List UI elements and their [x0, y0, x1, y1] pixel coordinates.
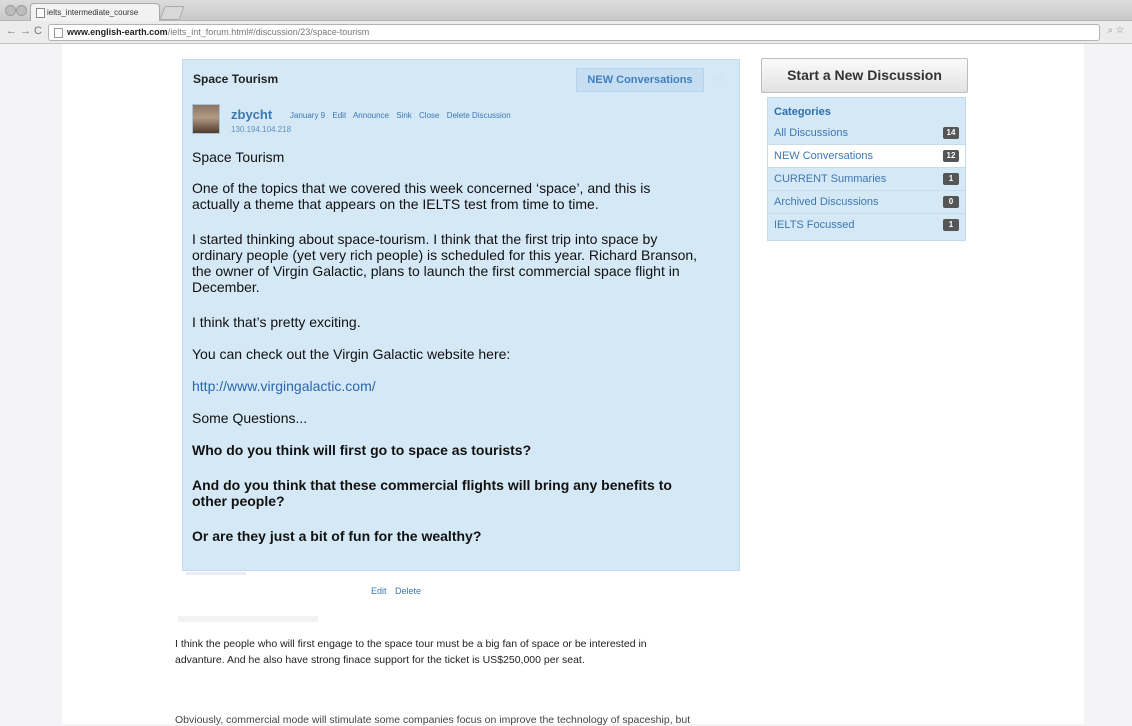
edit-link[interactable]: Edit	[371, 586, 387, 596]
close-window-icon[interactable]	[5, 5, 16, 16]
post-meta: January 9 Edit Announce Sink Close Delet…	[290, 111, 516, 120]
category-count: 12	[943, 150, 959, 162]
start-new-discussion-button[interactable]: Start a New Discussion	[761, 58, 968, 93]
post-header: Space Tourism NEW Conversations ☆	[183, 60, 739, 96]
reload-icon[interactable]: C	[34, 25, 42, 37]
delete-link[interactable]: Delete	[395, 586, 421, 596]
virgin-galactic-link[interactable]: http://www.virgingalactic.com/	[192, 378, 376, 394]
minimize-window-icon[interactable]	[16, 5, 27, 16]
body-text-line: I started thinking about space-tourism. …	[192, 231, 658, 247]
new-tab-button[interactable]	[159, 6, 185, 20]
post-title: Space Tourism	[193, 72, 279, 86]
reply-author-blurred	[178, 616, 318, 622]
forward-arrow-icon[interactable]: →	[20, 25, 31, 37]
category-ielts-focussed[interactable]: IELTS Focussed 1	[768, 214, 965, 236]
address-bar[interactable]: www.english-earth.com/ielts_int_forum.ht…	[48, 24, 1100, 41]
question-3: Or are they just a bit of fun for the we…	[192, 528, 482, 544]
back-arrow-icon[interactable]: ←	[6, 25, 17, 37]
body-text-line: ordinary people (yet very rich people) i…	[192, 247, 698, 263]
questions-intro: Some Questions...	[192, 410, 308, 426]
browser-tab[interactable]: ielts_intermediate_course ×	[30, 3, 160, 21]
page-icon	[54, 28, 63, 38]
announce-link[interactable]: Announce	[353, 111, 389, 120]
body-text-line: December.	[192, 279, 260, 295]
body-text-line: You can check out the Virgin Galactic we…	[192, 346, 511, 362]
post-edit-links: Edit Delete	[371, 586, 427, 596]
category-count: 1	[943, 219, 959, 231]
bookmark-star-icon[interactable]: ☆	[713, 70, 726, 87]
reply-line: I think the people who will first engage…	[175, 638, 647, 650]
question-2-line: And do you think that these commercial f…	[192, 477, 672, 493]
category-count: 1	[943, 173, 959, 185]
category-count: 0	[943, 196, 959, 208]
browser-tab-bar: ielts_intermediate_course ×	[0, 0, 1132, 21]
link-line: http://www.virgingalactic.com/	[192, 378, 376, 394]
categories-title: Categories	[774, 106, 831, 118]
url-domain: www.english-earth.com	[67, 27, 168, 37]
body-text-line: the owner of Virgin Galactic, plans to l…	[192, 263, 680, 279]
close-link[interactable]: Close	[419, 111, 439, 120]
category-label: NEW Conversations	[774, 150, 874, 162]
reply-line: advanture. And he also have strong finac…	[175, 654, 585, 666]
category-label: Archived Discussions	[774, 196, 879, 208]
new-conversations-button[interactable]: NEW Conversations	[576, 68, 704, 92]
body-heading: Space Tourism	[192, 149, 285, 165]
divider	[186, 572, 246, 575]
category-label: CURRENT Summaries	[774, 173, 887, 185]
avatar[interactable]	[192, 104, 220, 134]
category-label: All Discussions	[774, 127, 848, 139]
category-count: 14	[943, 127, 959, 139]
category-new-conversations[interactable]: NEW Conversations 12	[768, 145, 965, 168]
body-text-line: One of the topics that we covered this w…	[192, 180, 651, 196]
body-text-line: actually a theme that appears on the IEL…	[192, 196, 599, 212]
page-favicon-icon	[36, 8, 45, 18]
reply-comment-2: Obviously, commercial mode will stimulat…	[175, 714, 691, 726]
body-text-line: I think that’s pretty exciting.	[192, 314, 361, 330]
browser-toolbar: ← → C www.english-earth.com/ielts_int_fo…	[0, 21, 1132, 44]
question-1: Who do you think will first go to space …	[192, 442, 532, 458]
delete-discussion-link[interactable]: Delete Discussion	[447, 111, 511, 120]
magnifier-icon[interactable]: ⌕	[1107, 25, 1113, 36]
category-all-discussions[interactable]: All Discussions 14	[768, 122, 965, 145]
category-archived-discussions[interactable]: Archived Discussions 0	[768, 191, 965, 214]
category-label: IELTS Focussed	[774, 219, 855, 231]
sink-link[interactable]: Sink	[396, 111, 412, 120]
bookmark-star-icon[interactable]: ☆	[1116, 25, 1124, 36]
author-ip: 130.194.104.218	[231, 125, 292, 134]
category-current-summaries[interactable]: CURRENT Summaries 1	[768, 168, 965, 191]
author-name[interactable]: zbycht	[231, 107, 272, 122]
tab-title: ielts_intermediate_course ×	[47, 8, 139, 17]
question-2-line: other people?	[192, 493, 285, 509]
categories-panel: Categories All Discussions 14 NEW Conver…	[767, 97, 966, 241]
toolbar-icons: ⌕ ☆	[1107, 25, 1124, 36]
post-date: January 9	[290, 111, 326, 120]
url-path: /ielts_int_forum.html#/discussion/23/spa…	[167, 27, 370, 37]
reply-comment: I think the people who will first engage…	[175, 636, 743, 668]
edit-post-link[interactable]: Edit	[332, 111, 346, 120]
